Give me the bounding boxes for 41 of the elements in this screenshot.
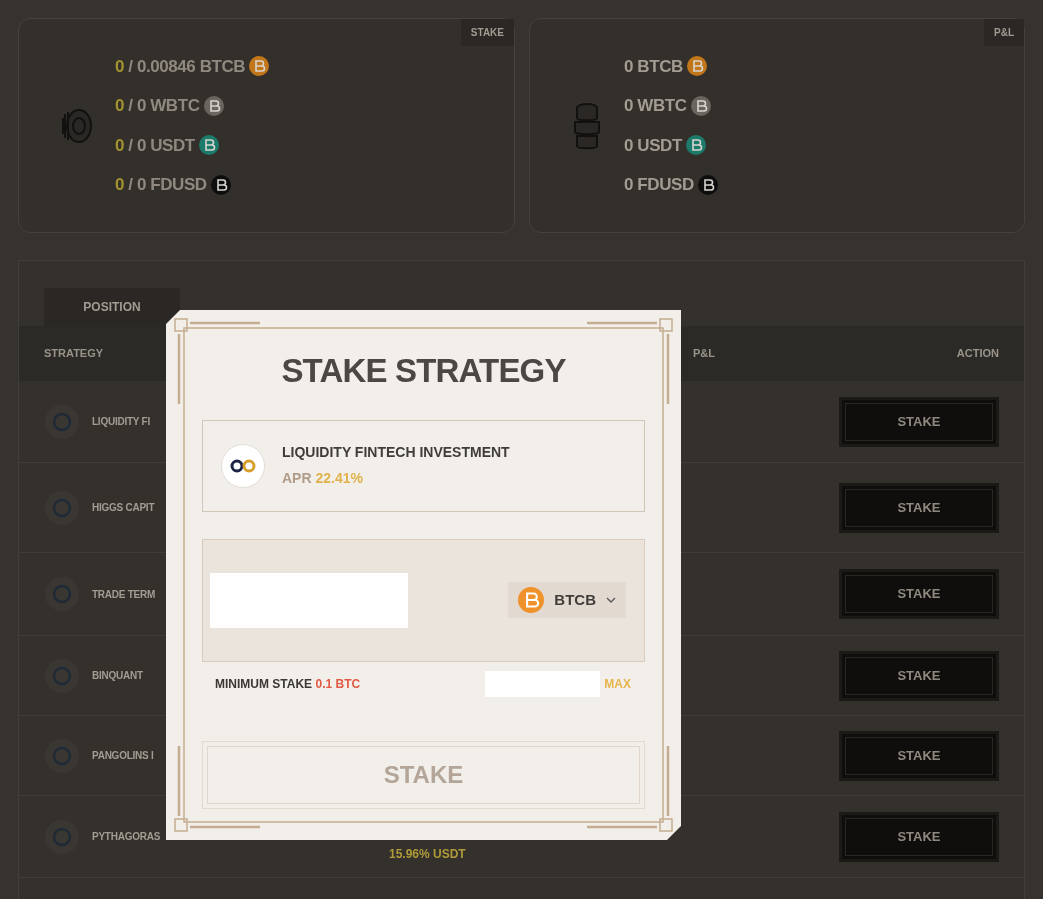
strategy-logo-icon [44, 657, 80, 694]
amount-input[interactable] [210, 572, 408, 628]
strategy-logo-icon [44, 737, 80, 774]
infinity-logo-icon [221, 443, 265, 488]
strategy-logo-icon [44, 403, 80, 440]
stake-button[interactable]: STAKE [839, 730, 999, 781]
stake-button[interactable]: STAKE [839, 811, 999, 862]
stake-button[interactable]: STAKE [839, 569, 999, 619]
strategy-name: BINQUANT [92, 669, 143, 683]
stake-button[interactable]: STAKE [839, 396, 999, 447]
pnl-balance: 0 BTCB [624, 55, 683, 78]
column-header: ACTION [956, 346, 999, 362]
strategy-logo-icon [44, 576, 80, 612]
pnl-balance: 0 FDUSD [624, 174, 694, 196]
staked-balance: 0 / 0 USDT [115, 134, 195, 157]
position-tab[interactable]: POSITION [44, 288, 180, 326]
staked-balance: 0 / 0 FDUSD [115, 174, 207, 196]
pnl-balance: 0 USDT [624, 134, 682, 157]
apr-value: 15.96% USDT [389, 846, 466, 863]
card-badge: P&L [984, 19, 1024, 46]
staked-balance: 0 / 0 WBTC [115, 95, 200, 117]
strategy-name: HIGGS CAPIT [92, 501, 155, 515]
card-badge: STAKE [460, 19, 514, 46]
column-header: STRATEGY [44, 346, 105, 362]
staked-balance: 0 / 0.00846 BTCB [115, 55, 246, 78]
chevron-down-icon [606, 597, 616, 603]
strategy-apr: APR 22.41% [282, 469, 364, 488]
strategy-name: LIQUIDITY FINTECH INVESTMENT [282, 443, 510, 462]
strategy-name: LIQUIDITY FI [92, 415, 150, 429]
column-header: P&L [693, 346, 716, 362]
token-select[interactable]: BTCB [508, 582, 626, 618]
strategy-name: PYTHAGORAS [92, 830, 161, 844]
strategy-logo-icon [44, 489, 80, 526]
stake-button[interactable]: STAKE [839, 482, 999, 533]
minimum-stake: MINIMUM STAKE 0.1 BTC [215, 675, 361, 693]
dialog-title: STAKE STRATEGY [281, 351, 566, 391]
strategy-name: PANGOLINS I [92, 749, 154, 763]
strategy-name: TRADE TERM [92, 587, 156, 602]
stake-button[interactable]: STAKE [839, 650, 999, 701]
strategy-logo-icon [44, 818, 80, 855]
pnl-balance: 0 WBTC [624, 95, 687, 117]
